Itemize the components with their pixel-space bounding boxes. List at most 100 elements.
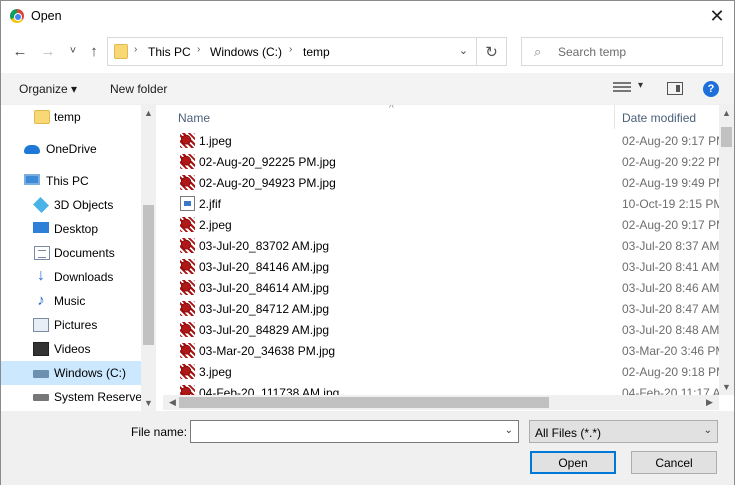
file-row[interactable]: 03-Mar-20_34638 PM.jpg 03-Mar-20 3:46 PM: [163, 340, 719, 361]
tree-scrollbar-thumb[interactable]: [143, 205, 154, 345]
file-list-vertical-scrollbar[interactable]: ▲ ▼: [719, 105, 734, 395]
file-row[interactable]: 03-Jul-20_84712 AM.jpg 03-Jul-20 8:47 AM: [163, 298, 719, 319]
file-row[interactable]: 1.jpeg 02-Aug-20 9:17 PM: [163, 130, 719, 151]
navigation-pane: temp OneDrive This PC 3D Objects Desktop…: [1, 105, 156, 411]
new-folder-button[interactable]: New folder: [110, 82, 167, 96]
tree-item-pictures[interactable]: Pictures: [1, 313, 141, 337]
tree-item-label: 3D Objects: [54, 198, 114, 212]
file-date: 03-Jul-20 8:48 AM: [622, 323, 719, 337]
search-icon: ⌕: [534, 44, 542, 59]
documents-icon: [34, 246, 50, 260]
chrome-app-icon: [10, 9, 24, 23]
file-row[interactable]: 04-Feb-20_111738 AM.jpg 04-Feb-20 11:17 …: [163, 382, 719, 395]
image-file-icon: [180, 301, 195, 316]
search-input[interactable]: [558, 43, 708, 61]
file-name-dropdown-icon[interactable]: ⌄: [505, 425, 513, 436]
close-button[interactable]: ✕: [700, 1, 734, 31]
tree-item-music[interactable]: ♪ Music: [1, 289, 141, 313]
tree-item-label: Documents: [54, 246, 115, 260]
file-row[interactable]: 03-Jul-20_84829 AM.jpg 03-Jul-20 8:48 AM: [163, 319, 719, 340]
breadcrumb-separator[interactable]: ›: [197, 44, 200, 55]
tree-item-label: temp: [54, 110, 81, 124]
breadcrumb-temp[interactable]: temp: [303, 45, 330, 59]
file-name-input[interactable]: [194, 424, 494, 440]
tree-item-this-pc[interactable]: This PC: [1, 169, 141, 193]
scroll-up-arrow-icon[interactable]: ▲: [719, 108, 734, 118]
tree-scrollbar[interactable]: ▲ ▼: [141, 105, 156, 411]
image-file-icon: [180, 154, 195, 169]
file-type-dropdown-icon[interactable]: ⌄: [704, 425, 712, 436]
file-row[interactable]: 3.jpeg 02-Aug-20 9:18 PM: [163, 361, 719, 382]
view-dropdown-icon[interactable]: ▾: [638, 80, 643, 91]
address-bar[interactable]: › This PC › Windows (C:) › temp ⌄: [107, 37, 477, 66]
pictures-icon: [33, 318, 49, 332]
view-options-icon[interactable]: [613, 82, 631, 96]
breadcrumb-this-pc[interactable]: This PC: [148, 45, 191, 59]
file-name: 2.jfif: [199, 197, 222, 211]
back-button[interactable]: ←: [11, 42, 29, 60]
file-row[interactable]: 2.jpeg 02-Aug-20 9:17 PM: [163, 214, 719, 235]
help-icon[interactable]: ?: [703, 81, 719, 97]
recent-locations-button[interactable]: ˅: [64, 42, 82, 60]
dialog-footer: File name: ⌄ All Files (*.*) ⌄ Open Canc…: [1, 411, 734, 485]
file-date: 03-Jul-20 8:47 AM: [622, 302, 719, 316]
refresh-button[interactable]: ↻: [477, 37, 507, 66]
file-name-combobox[interactable]: ⌄: [190, 420, 519, 443]
scroll-left-arrow-icon[interactable]: ◀: [165, 397, 180, 408]
tree-item-label: OneDrive: [46, 142, 97, 156]
tree-item-downloads[interactable]: ↓ Downloads: [1, 265, 141, 289]
breadcrumb-separator: ›: [134, 44, 138, 55]
file-row[interactable]: 03-Jul-20_83702 AM.jpg 03-Jul-20 8:37 AM: [163, 235, 719, 256]
file-date: 04-Feb-20 11:17 AM: [622, 386, 719, 395]
generic-file-icon: [180, 196, 195, 211]
file-name: 03-Mar-20_34638 PM.jpg: [199, 344, 336, 358]
cancel-button[interactable]: Cancel: [631, 451, 717, 474]
file-row[interactable]: 2.jfif 10-Oct-19 2:15 PM: [163, 193, 719, 214]
image-file-icon: [180, 175, 195, 190]
horizontal-scrollbar-thumb[interactable]: [179, 397, 549, 408]
file-row[interactable]: 03-Jul-20_84614 AM.jpg 03-Jul-20 8:46 AM: [163, 277, 719, 298]
image-file-icon: [180, 385, 195, 395]
scroll-down-arrow-icon[interactable]: ▼: [719, 382, 734, 392]
sort-indicator-icon: ^: [389, 105, 394, 114]
file-row[interactable]: 03-Jul-20_84146 AM.jpg 03-Jul-20 8:41 AM: [163, 256, 719, 277]
tree-item-system-reserved[interactable]: System Reserved: [1, 385, 149, 409]
breadcrumb-separator[interactable]: ›: [289, 44, 292, 55]
file-row[interactable]: 02-Aug-20_92225 PM.jpg 02-Aug-20 9:22 PM: [163, 151, 719, 172]
column-header-date-modified[interactable]: Date modified: [622, 111, 696, 125]
image-file-icon: [180, 133, 195, 148]
organize-menu[interactable]: Organize ▾: [19, 82, 77, 96]
tree-item-documents[interactable]: Documents: [1, 241, 141, 265]
breadcrumb-windows-c[interactable]: Windows (C:): [210, 45, 282, 59]
tree-item-videos[interactable]: Videos: [1, 337, 141, 361]
image-file-icon: [180, 280, 195, 295]
image-file-icon: [180, 238, 195, 253]
column-header-name[interactable]: Name: [178, 111, 210, 125]
vertical-scrollbar-thumb[interactable]: [721, 127, 732, 147]
tree-item-3d-objects[interactable]: 3D Objects: [1, 193, 141, 217]
forward-button[interactable]: →: [39, 42, 57, 60]
drive-icon: [33, 370, 49, 378]
column-divider[interactable]: [614, 105, 615, 129]
tree-item-label: Music: [54, 294, 86, 308]
file-row[interactable]: 02-Aug-20_94923 PM.jpg 02-Aug-19 9:49 PM: [163, 172, 719, 193]
preview-pane-icon[interactable]: [667, 82, 683, 95]
tree-item-onedrive[interactable]: OneDrive: [1, 137, 141, 161]
tree-item-label: Windows (C:): [54, 366, 127, 380]
search-box[interactable]: ⌕: [521, 37, 723, 66]
folder-icon: [114, 44, 128, 59]
tree-item-temp[interactable]: temp: [1, 105, 141, 129]
scroll-right-arrow-icon[interactable]: ▶: [702, 397, 717, 408]
window-title: Open: [31, 9, 62, 23]
open-button[interactable]: Open: [530, 451, 616, 474]
address-dropdown-icon[interactable]: ⌄: [459, 44, 468, 57]
scroll-up-arrow-icon[interactable]: ▲: [141, 108, 156, 118]
file-type-filter[interactable]: All Files (*.*) ⌄: [529, 420, 718, 443]
tree-item-windows-c[interactable]: Windows (C:): [1, 361, 141, 385]
videos-icon: [33, 342, 49, 356]
file-name-label: File name:: [131, 425, 188, 439]
tree-item-desktop[interactable]: Desktop: [1, 217, 141, 241]
scroll-down-arrow-icon[interactable]: ▼: [141, 398, 156, 408]
file-list-horizontal-scrollbar[interactable]: ◀ ▶: [163, 395, 719, 410]
up-button[interactable]: ↑: [85, 42, 103, 60]
